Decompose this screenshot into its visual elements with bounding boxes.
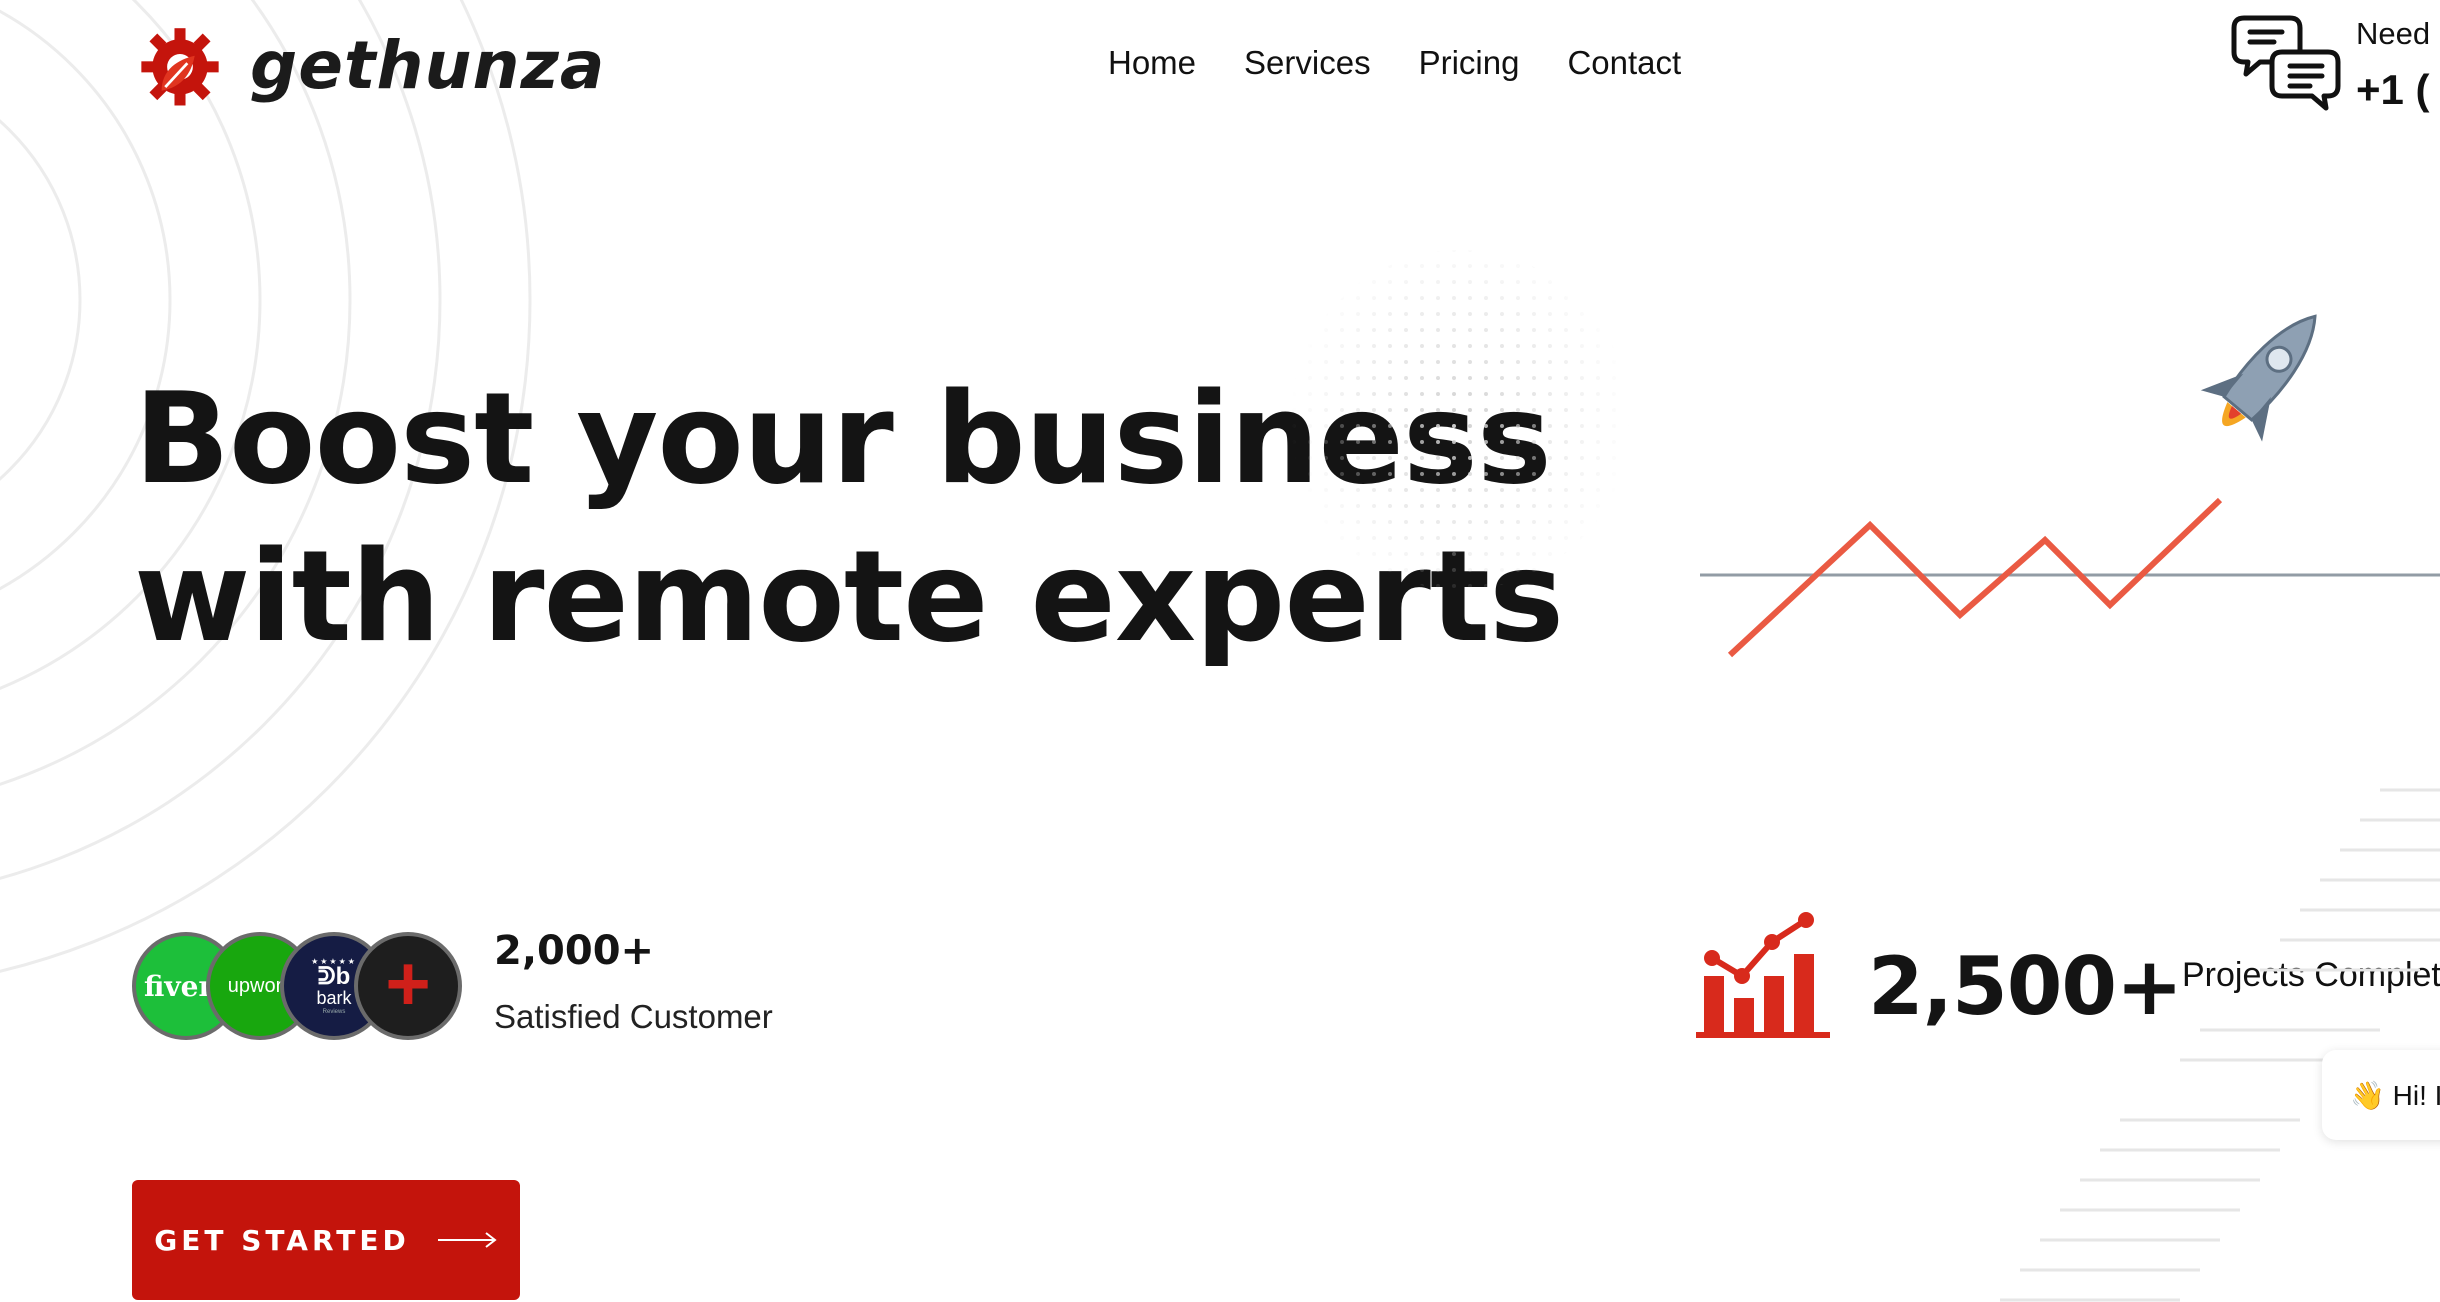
chat-greeting-text: 👋 Hi! I [2350,1079,2440,1111]
customer-count: 2,000+ [494,928,655,974]
platform-badges: fiverr upwork ★★★★★ ᕲb bark Reviews + [132,932,462,1042]
rocket-growth-illustration [1700,314,2440,658]
bark-logo-text: bark [316,988,352,1008]
nav-pricing[interactable]: Pricing [1419,44,1520,82]
dot-pattern [1290,250,1630,590]
nav-services[interactable]: Services [1244,44,1371,82]
rocket-icon [2200,314,2317,442]
main-nav: Home Services Pricing Contact [1108,44,1681,82]
chat-bubbles-icon [2231,15,2341,111]
customer-label: Satisfied Customer [494,998,773,1035]
decorative-stripes [2000,788,2440,1302]
get-started-button[interactable]: GET STARTED [132,1180,520,1300]
get-started-label: GET STARTED [154,1223,410,1257]
help-contact[interactable]: Need +1 ( [2230,12,2430,116]
help-label: Need [2356,16,2431,51]
nav-home[interactable]: Home [1108,44,1196,82]
plus-icon: + [385,939,431,1027]
bark-logo-icon: ᕲb [317,963,351,990]
bark-small-text: Reviews [322,1009,346,1015]
nav-contact[interactable]: Contact [1567,44,1681,82]
brand-name: gethunza [250,26,606,104]
chat-greeting-chip[interactable]: 👋 Hi! I [2322,1050,2440,1140]
bar-chart-growth-icon [1696,912,1830,1038]
more-platforms-badge[interactable]: + [354,932,462,1040]
gear-leaf-logo-icon [141,28,219,106]
brand-logo[interactable]: gethunza [134,22,605,108]
help-phone[interactable]: +1 ( [2356,66,2430,114]
arrow-right-icon [437,1232,497,1248]
